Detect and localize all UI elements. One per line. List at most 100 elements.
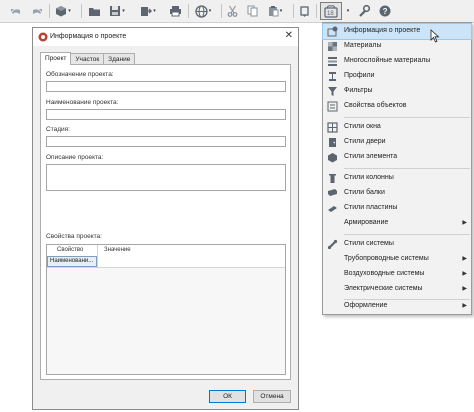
toolbar-separator xyxy=(316,4,317,18)
menu-item-label: Информация о проекте xyxy=(344,27,421,34)
export-icon[interactable]: ▾ xyxy=(138,3,158,19)
submenu-arrow-icon: ▶ xyxy=(462,303,467,309)
project-settings-dropdown[interactable]: ▾ xyxy=(343,3,352,19)
menu-item-label: Оформление xyxy=(344,302,388,309)
app-icon xyxy=(38,32,48,44)
menu-item-label: Стили элемента xyxy=(344,153,398,160)
paste-icon[interactable]: ▾ xyxy=(265,3,285,19)
menu-item-system-styles[interactable]: Стили системы xyxy=(323,237,471,252)
menu-item-label: Трубопроводные системы xyxy=(344,255,429,262)
designation-field[interactable] xyxy=(46,81,286,92)
menu-item-label: Стили системы xyxy=(344,240,394,247)
menu-item-label: Стили балки xyxy=(344,189,385,196)
menu-item-electrical-systems[interactable]: Электрические системы ▶ xyxy=(323,282,471,297)
menu-item-filters[interactable]: Фильтры xyxy=(323,84,471,99)
designation-label: Обозначение проекта: xyxy=(46,71,114,78)
toolbar-separator xyxy=(293,4,294,18)
open-folder-icon[interactable] xyxy=(86,3,102,19)
menu-item-object-properties[interactable]: Свойства объектов xyxy=(323,99,471,114)
filter-icon xyxy=(327,86,338,97)
tool-icon[interactable] xyxy=(297,3,312,19)
properties-label: Свойства проекта: xyxy=(46,233,102,240)
3d-view-icon[interactable]: ▾ xyxy=(53,3,73,19)
toolbar-separator xyxy=(49,4,50,18)
element-style-icon xyxy=(327,152,338,163)
undo-icon[interactable] xyxy=(8,3,24,19)
menu-item-project-info[interactable]: Информация о проекте xyxy=(322,23,472,40)
stage-label: Стадия: xyxy=(46,126,70,133)
door-style-icon xyxy=(327,137,338,148)
materials-icon xyxy=(327,41,338,52)
beam-style-icon xyxy=(327,188,338,199)
close-icon[interactable]: ✕ xyxy=(285,30,293,41)
dialog-tabs: Проект Участок Здание xyxy=(40,52,136,65)
menu-item-materials[interactable]: Материалы xyxy=(323,39,471,54)
col-property-header[interactable]: Свойство xyxy=(57,247,83,253)
menu-item-duct-systems[interactable]: Воздуховодные системы ▶ xyxy=(323,267,471,282)
copy-icon[interactable] xyxy=(245,3,260,19)
name-label: Наименование проекта: xyxy=(46,99,119,106)
globe-icon[interactable]: ▾ xyxy=(192,3,214,19)
project-settings-menu: Информация о проекте Материалы Многослой… xyxy=(322,22,472,315)
stage-field[interactable] xyxy=(46,136,286,147)
description-field[interactable] xyxy=(46,164,286,191)
menu-item-label: Многослойные материалы xyxy=(344,57,431,64)
menu-item-door-styles[interactable]: Стили двери xyxy=(323,135,471,150)
ok-button[interactable]: ОК xyxy=(209,390,246,403)
svg-text:?: ? xyxy=(383,7,388,16)
menu-item-label: Материалы xyxy=(344,42,382,49)
window-style-icon xyxy=(327,122,338,133)
table-row[interactable]: Наименовани... xyxy=(47,256,285,268)
plate-style-icon xyxy=(327,203,338,214)
main-toolbar: ▾ ▾ ▾ ▾ ▾ 18 ▾ ? xyxy=(0,0,474,23)
menu-item-label: Фильтры xyxy=(344,87,373,94)
toolbar-separator xyxy=(221,4,222,18)
menu-item-window-styles[interactable]: Стили окна xyxy=(323,120,471,135)
menu-item-label: Электрические системы xyxy=(344,285,423,292)
profiles-icon xyxy=(327,71,338,82)
menu-item-reinforcement[interactable]: Армирование ▶ xyxy=(323,216,471,231)
system-style-icon xyxy=(327,239,338,250)
toolbar-separator xyxy=(81,4,82,18)
name-field[interactable] xyxy=(46,109,286,120)
submenu-arrow-icon: ▶ xyxy=(462,286,467,292)
menu-item-multilayer[interactable]: Многослойные материалы xyxy=(323,54,471,69)
menu-separator xyxy=(344,234,470,235)
print-icon[interactable] xyxy=(167,3,184,19)
menu-item-label: Стили пластины xyxy=(344,204,398,211)
menu-item-label: Стили двери xyxy=(344,138,386,145)
column-style-icon xyxy=(327,173,338,184)
description-label: Описание проекта: xyxy=(46,154,104,161)
menu-item-profiles[interactable]: Профили xyxy=(323,69,471,84)
dialog-title: Информация о проекте xyxy=(50,33,127,40)
menu-item-label: Профили xyxy=(344,72,375,79)
help-icon[interactable]: ? xyxy=(377,3,393,19)
submenu-arrow-icon: ▶ xyxy=(462,271,467,277)
menu-item-piping-systems[interactable]: Трубопроводные системы ▶ xyxy=(323,252,471,267)
menu-separator xyxy=(344,168,470,169)
tab-project[interactable]: Проект xyxy=(40,52,72,65)
tab-page-project: Обозначение проекта: Наименование проект… xyxy=(40,64,291,380)
menu-item-column-styles[interactable]: Стили колонны xyxy=(323,171,471,186)
project-info-dialog: Информация о проекте ✕ Проект Участок Зд… xyxy=(32,27,299,410)
property-cell[interactable]: Наименовани... xyxy=(47,256,97,267)
menu-item-appearance[interactable]: Оформление ▶ xyxy=(323,299,471,314)
column-divider[interactable] xyxy=(97,245,98,267)
cut-icon[interactable] xyxy=(225,3,240,19)
project-settings-icon[interactable]: 18 xyxy=(320,2,342,20)
menu-item-label: Стили колонны xyxy=(344,174,394,181)
wrench-icon[interactable] xyxy=(356,3,372,19)
cancel-button[interactable]: Отмена xyxy=(253,390,291,403)
save-icon[interactable]: ▾ xyxy=(107,3,127,19)
col-value-header[interactable]: Значение xyxy=(104,247,131,253)
properties-grid[interactable]: Свойство Значение Наименовани... xyxy=(46,244,286,375)
redo-icon[interactable] xyxy=(29,3,45,19)
menu-item-label: Армирование xyxy=(344,219,389,226)
toolbar-separator xyxy=(188,4,189,18)
mouse-cursor-icon xyxy=(430,29,440,45)
menu-item-label: Свойства объектов xyxy=(344,102,407,109)
menu-item-plate-styles[interactable]: Стили пластины xyxy=(323,201,471,216)
menu-item-beam-styles[interactable]: Стили балки xyxy=(323,186,471,201)
menu-item-label: Стили окна xyxy=(344,123,381,130)
menu-item-element-styles[interactable]: Стили элемента xyxy=(323,150,471,165)
